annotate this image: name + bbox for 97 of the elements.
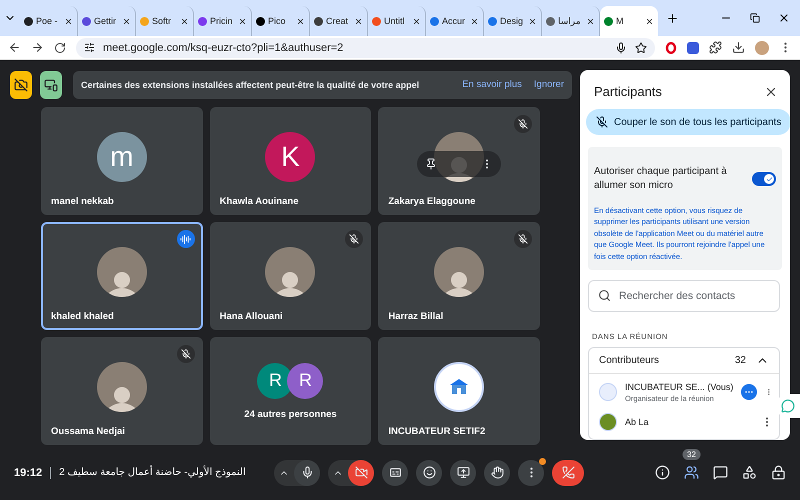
participant-name: khaled khaled bbox=[51, 311, 114, 322]
more-options-button[interactable] bbox=[518, 460, 544, 486]
banner-link[interactable]: Ignorer bbox=[534, 79, 564, 90]
more-actions-icon[interactable] bbox=[741, 384, 758, 400]
microphone-icon bbox=[300, 466, 314, 479]
url-text: meet.google.com/ksq-euzr-cto?pli=1&authuser=2 bbox=[103, 42, 344, 54]
participant-avatar bbox=[599, 412, 617, 431]
captions-button[interactable] bbox=[382, 460, 408, 486]
microphone-button[interactable] bbox=[294, 460, 320, 486]
smiley-icon bbox=[422, 466, 436, 479]
participant-tile[interactable]: Hana Allouani bbox=[210, 222, 372, 330]
close-tab-icon[interactable] bbox=[528, 16, 537, 26]
close-tab-icon[interactable] bbox=[180, 16, 189, 26]
forward-icon[interactable] bbox=[31, 41, 44, 54]
setting-label: Autoriser chaque participant à allumer son micro bbox=[594, 165, 728, 193]
participant-tile[interactable]: Harraz Billal bbox=[378, 222, 540, 330]
participant-tile[interactable]: Oussama Nedjai bbox=[41, 337, 203, 445]
phone-hang-up-icon bbox=[562, 466, 574, 479]
present-screen-button[interactable] bbox=[450, 460, 476, 486]
participant-tile[interactable]: INCUBATEUR SETIF2 bbox=[378, 337, 540, 445]
mute-all-button[interactable]: Couper le son de tous les participants bbox=[586, 109, 790, 135]
bookmark-star-icon[interactable] bbox=[635, 42, 647, 54]
notification-dot bbox=[539, 458, 546, 464]
participant-name: manel nekkab bbox=[51, 196, 114, 207]
participant-name: Oussama Nedjai bbox=[51, 426, 125, 437]
banner-link[interactable]: En savoir plus bbox=[462, 79, 522, 90]
clock-time: 19:12 bbox=[14, 466, 52, 478]
back-icon[interactable] bbox=[8, 41, 21, 54]
participant-avatar bbox=[599, 383, 617, 402]
pin-icon[interactable] bbox=[425, 158, 438, 170]
camera-off-icon bbox=[354, 466, 368, 479]
participant-tile[interactable]: Zakarya Elaggoune bbox=[378, 107, 540, 215]
chat-icon[interactable] bbox=[713, 465, 728, 480]
letter-avatar: K bbox=[265, 132, 316, 182]
address-bar[interactable]: meet.google.com/ksq-euzr-cto?pli=1&authuser=2 bbox=[76, 38, 655, 58]
present-screen-icon bbox=[456, 466, 470, 479]
mic-off-icon bbox=[596, 116, 608, 128]
letter-avatar: m bbox=[96, 132, 147, 182]
participant-tile[interactable]: khaled khaled bbox=[41, 222, 203, 330]
search-icon bbox=[598, 288, 611, 302]
activities-icon[interactable] bbox=[742, 465, 757, 480]
group-count: 32 bbox=[734, 354, 746, 366]
captions-icon bbox=[388, 466, 402, 479]
participant-tile[interactable]: m manel nekkab bbox=[41, 107, 203, 215]
participant-name: INCUBATEUR SE... (Vous) bbox=[625, 382, 734, 392]
end-call-button[interactable] bbox=[552, 460, 584, 486]
participant-name: Khawla Aouinane bbox=[220, 196, 298, 207]
extension-icon[interactable] bbox=[665, 42, 677, 54]
participant-name: Ab La bbox=[625, 416, 650, 427]
contacts-search-field[interactable]: Rechercher des contacts bbox=[588, 280, 780, 312]
close-tab-icon[interactable] bbox=[122, 16, 131, 26]
reload-icon[interactable] bbox=[54, 42, 66, 54]
participant-name: Harraz Billal bbox=[388, 311, 444, 322]
close-tab-icon[interactable] bbox=[64, 16, 73, 26]
others-count: 24 autres personnes bbox=[244, 408, 337, 420]
close-tab-icon[interactable] bbox=[354, 16, 363, 26]
hand-icon bbox=[490, 466, 504, 479]
close-tab-icon[interactable] bbox=[412, 16, 421, 26]
check-icon bbox=[766, 176, 772, 182]
raise-hand-button[interactable] bbox=[484, 460, 510, 486]
participant-name: Hana Allouani bbox=[220, 311, 283, 322]
participant-tile[interactable]: R R 24 autres personnes bbox=[210, 337, 372, 445]
reactions-button[interactable] bbox=[416, 460, 442, 486]
new-tab-icon[interactable] bbox=[666, 12, 679, 24]
letter-avatar: R bbox=[287, 362, 324, 398]
mic-permission-switch[interactable] bbox=[752, 172, 776, 186]
no-video-icon[interactable] bbox=[10, 70, 32, 98]
contributors-header[interactable]: Contributeurs 32 bbox=[589, 348, 779, 374]
people-icon[interactable] bbox=[684, 465, 699, 480]
host-controls-lock-icon[interactable] bbox=[771, 465, 786, 480]
info-icon[interactable] bbox=[655, 465, 670, 480]
extensions-puzzle-icon[interactable] bbox=[709, 41, 722, 54]
audio-level-icon bbox=[176, 230, 195, 248]
meeting-title: النموذج الأولي- حاضنة أعمال جامعة سطيف 2 bbox=[59, 467, 246, 478]
close-tab-icon[interactable] bbox=[645, 16, 654, 26]
browser-tab[interactable]: M bbox=[600, 6, 658, 36]
participant-row[interactable]: Ab La bbox=[589, 404, 779, 433]
close-tab-icon[interactable] bbox=[470, 16, 479, 26]
participant-count-badge: 32 bbox=[682, 449, 701, 460]
participant-tile[interactable]: K Khawla Aouinane bbox=[210, 107, 372, 215]
logo-avatar bbox=[434, 362, 484, 412]
devices-icon[interactable] bbox=[40, 70, 62, 98]
banner-message: Certaines des extensions installées affectent peut-être la qualité de votre appel bbox=[81, 80, 420, 90]
download-icon[interactable] bbox=[732, 41, 745, 54]
close-tab-icon[interactable] bbox=[586, 16, 595, 26]
camera-button[interactable] bbox=[348, 460, 374, 486]
close-tab-icon[interactable] bbox=[238, 16, 247, 26]
group-label: Contributeurs bbox=[599, 354, 660, 366]
microphone-icon[interactable] bbox=[615, 42, 627, 54]
panel-title: Participants bbox=[594, 84, 662, 99]
close-icon[interactable] bbox=[778, 12, 790, 24]
site-settings-icon[interactable] bbox=[84, 42, 95, 53]
close-tab-icon[interactable] bbox=[296, 16, 305, 26]
participant-name: INCUBATEUR SETIF2 bbox=[388, 426, 486, 437]
restore-icon[interactable] bbox=[750, 13, 760, 23]
extension-icon[interactable] bbox=[687, 42, 699, 54]
participant-name: Zakarya Elaggoune bbox=[388, 196, 476, 207]
